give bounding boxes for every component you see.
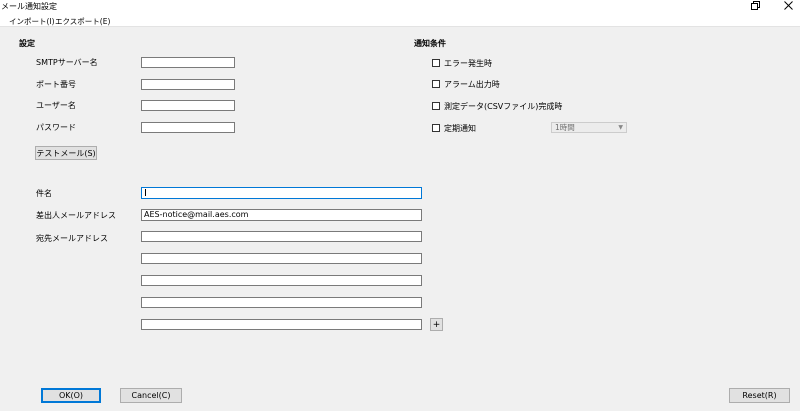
error-label: エラー発生時 [444,59,492,68]
smtp-server-label: SMTPサーバー名 [36,58,98,67]
restore-icon [750,1,760,12]
error-checkbox[interactable] [432,59,440,67]
cancel-button[interactable]: Cancel(C) [120,388,182,403]
username-label: ユーザー名 [36,101,76,110]
recipient-input-5[interactable] [141,319,422,330]
interval-select[interactable]: 1時間 ▼ [551,122,627,133]
periodic-checkbox[interactable] [432,124,440,132]
subject-input[interactable] [141,187,422,199]
recipient-input-1[interactable] [141,231,422,242]
close-button[interactable] [778,0,798,13]
recipient-input-4[interactable] [141,297,422,308]
port-input[interactable] [141,79,235,90]
alarm-checkbox[interactable] [432,80,440,88]
csv-complete-checkbox[interactable] [432,102,440,110]
chevron-down-icon: ▼ [618,124,623,131]
close-icon [783,1,793,12]
csv-complete-label: 測定データ(CSVファイル)完成時 [444,102,563,111]
port-label: ポート番号 [36,80,76,89]
password-input[interactable] [141,122,235,133]
recipient-input-3[interactable] [141,275,422,286]
periodic-label: 定期通知 [444,124,476,133]
smtp-server-input[interactable] [141,57,235,68]
recipient-label: 宛先メールアドレス [36,234,108,243]
test-mail-button[interactable]: テストメール(S) [35,146,97,160]
add-recipient-button[interactable]: + [430,318,443,331]
window-title: メール通知設定 [1,2,57,11]
menu-import[interactable]: インポート(I) [9,16,55,27]
subject-label: 件名 [36,189,52,198]
restore-button[interactable] [745,0,765,13]
reset-button[interactable]: Reset(R) [729,388,790,403]
text-caret [145,189,146,196]
menu-bar [0,13,800,27]
sender-label: 差出人メールアドレス [36,211,116,220]
menu-export[interactable]: エクスポート(E) [55,16,110,27]
password-label: パスワード [36,123,76,132]
username-input[interactable] [141,100,235,111]
alarm-label: アラーム出力時 [444,80,500,89]
title-bar [0,0,800,13]
sender-value: AES-notice@mail.aes.com [144,210,249,219]
settings-heading: 設定 [19,39,35,48]
sender-input[interactable]: AES-notice@mail.aes.com [141,209,422,221]
ok-button[interactable]: OK(O) [41,388,101,403]
interval-value: 1時間 [555,123,575,132]
conditions-heading: 通知条件 [414,39,446,48]
recipient-input-2[interactable] [141,253,422,264]
